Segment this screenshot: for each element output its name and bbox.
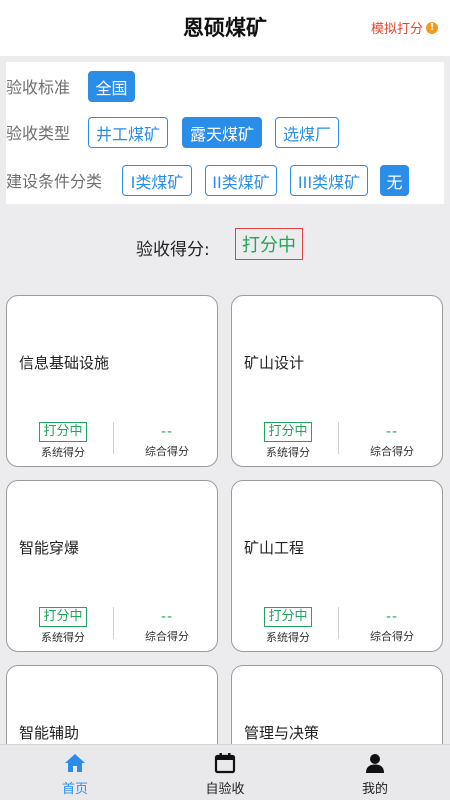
system-score-caption: 系统得分: [41, 446, 85, 459]
overall-score: -- 综合得分: [352, 423, 432, 459]
stat-divider: [338, 422, 339, 454]
user-icon: [366, 754, 384, 773]
tab-self-acceptance-label: 自验收: [205, 782, 245, 797]
condition-chip-none[interactable]: 无: [380, 165, 409, 196]
type-chip-underground[interactable]: 井工煤矿: [88, 117, 168, 148]
system-score-badge: 打分中: [264, 422, 312, 442]
overall-score-caption: 综合得分: [370, 445, 414, 458]
type-chip-open-pit[interactable]: 露天煤矿: [182, 117, 262, 148]
stat-divider: [113, 422, 114, 454]
score-status-badge: 打分中: [235, 228, 303, 260]
condition-chip-class-3[interactable]: III类煤矿: [290, 165, 368, 196]
score-summary: 验收得分: 打分中: [0, 228, 450, 264]
calendar-icon: [214, 753, 236, 774]
top-bar: 恩硕煤矿 模拟打分 !: [0, 0, 450, 56]
card-title: 信息基础设施: [19, 354, 110, 372]
overall-score-caption: 综合得分: [370, 630, 414, 643]
system-score-caption: 系统得分: [266, 446, 310, 459]
overall-score-value: --: [160, 609, 174, 625]
card-title: 矿山设计: [244, 354, 305, 372]
system-score-badge: 打分中: [39, 422, 87, 442]
overall-score-value: --: [385, 609, 399, 625]
card-smart-blasting[interactable]: 智能穿爆 打分中 系统得分 -- 综合得分: [6, 480, 218, 652]
tab-home-label: 首页: [61, 782, 88, 797]
type-label: 验收类型: [6, 124, 71, 143]
stat-divider: [113, 607, 114, 639]
simulate-score-label: 模拟打分: [370, 22, 423, 37]
tab-self-acceptance[interactable]: 自验收: [150, 745, 300, 800]
overall-score: -- 综合得分: [127, 423, 207, 459]
overall-score: -- 综合得分: [352, 608, 432, 644]
stat-divider: [338, 607, 339, 639]
condition-chip-class-1[interactable]: I类煤矿: [122, 165, 192, 196]
tab-mine[interactable]: 我的: [300, 745, 450, 800]
system-score: 打分中 系统得分: [260, 605, 316, 645]
system-score-badge: 打分中: [39, 607, 87, 627]
system-score-badge: 打分中: [264, 607, 312, 627]
card-title: 矿山工程: [244, 539, 305, 557]
card-mine-engineering[interactable]: 矿山工程 打分中 系统得分 -- 综合得分: [231, 480, 443, 652]
type-chip-coal-prep[interactable]: 选煤厂: [275, 117, 339, 148]
system-score: 打分中 系统得分: [35, 605, 91, 645]
standard-label: 验收标准: [6, 78, 71, 97]
filter-panel: 验收标准 全国 验收类型 井工煤矿 露天煤矿 选煤厂 建设条件分类 I类煤矿 I…: [6, 62, 444, 204]
condition-label: 建设条件分类: [6, 172, 103, 191]
tab-home[interactable]: 首页: [0, 745, 150, 800]
warning-icon: !: [426, 21, 438, 34]
card-title: 管理与决策: [244, 724, 320, 742]
card-title: 智能辅助: [19, 724, 80, 742]
overall-score-caption: 综合得分: [145, 630, 189, 643]
overall-score: -- 综合得分: [127, 608, 207, 644]
tab-mine-label: 我的: [361, 782, 388, 797]
system-score: 打分中 系统得分: [260, 420, 316, 460]
filter-row-type: 验收类型: [6, 115, 70, 149]
simulate-score-button[interactable]: 模拟打分 !: [371, 18, 438, 37]
home-icon: [65, 754, 85, 772]
score-label: 验收得分:: [136, 240, 210, 260]
system-score: 打分中 系统得分: [35, 420, 91, 460]
standard-chip-national[interactable]: 全国: [88, 71, 135, 102]
system-score-caption: 系统得分: [41, 631, 85, 644]
system-score-caption: 系统得分: [266, 631, 310, 644]
filter-row-condition: 建设条件分类: [6, 163, 102, 197]
card-title: 智能穿爆: [19, 539, 80, 557]
card-info-infrastructure[interactable]: 信息基础设施 打分中 系统得分 -- 综合得分: [6, 295, 218, 467]
filter-row-standard: 验收标准: [6, 69, 70, 103]
overall-score-value: --: [160, 424, 174, 440]
overall-score-value: --: [385, 424, 399, 440]
overall-score-caption: 综合得分: [145, 445, 189, 458]
card-mine-design[interactable]: 矿山设计 打分中 系统得分 -- 综合得分: [231, 295, 443, 467]
condition-chip-class-2[interactable]: II类煤矿: [205, 165, 277, 196]
bottom-tab-bar: 首页 自验收 我的: [0, 744, 450, 800]
